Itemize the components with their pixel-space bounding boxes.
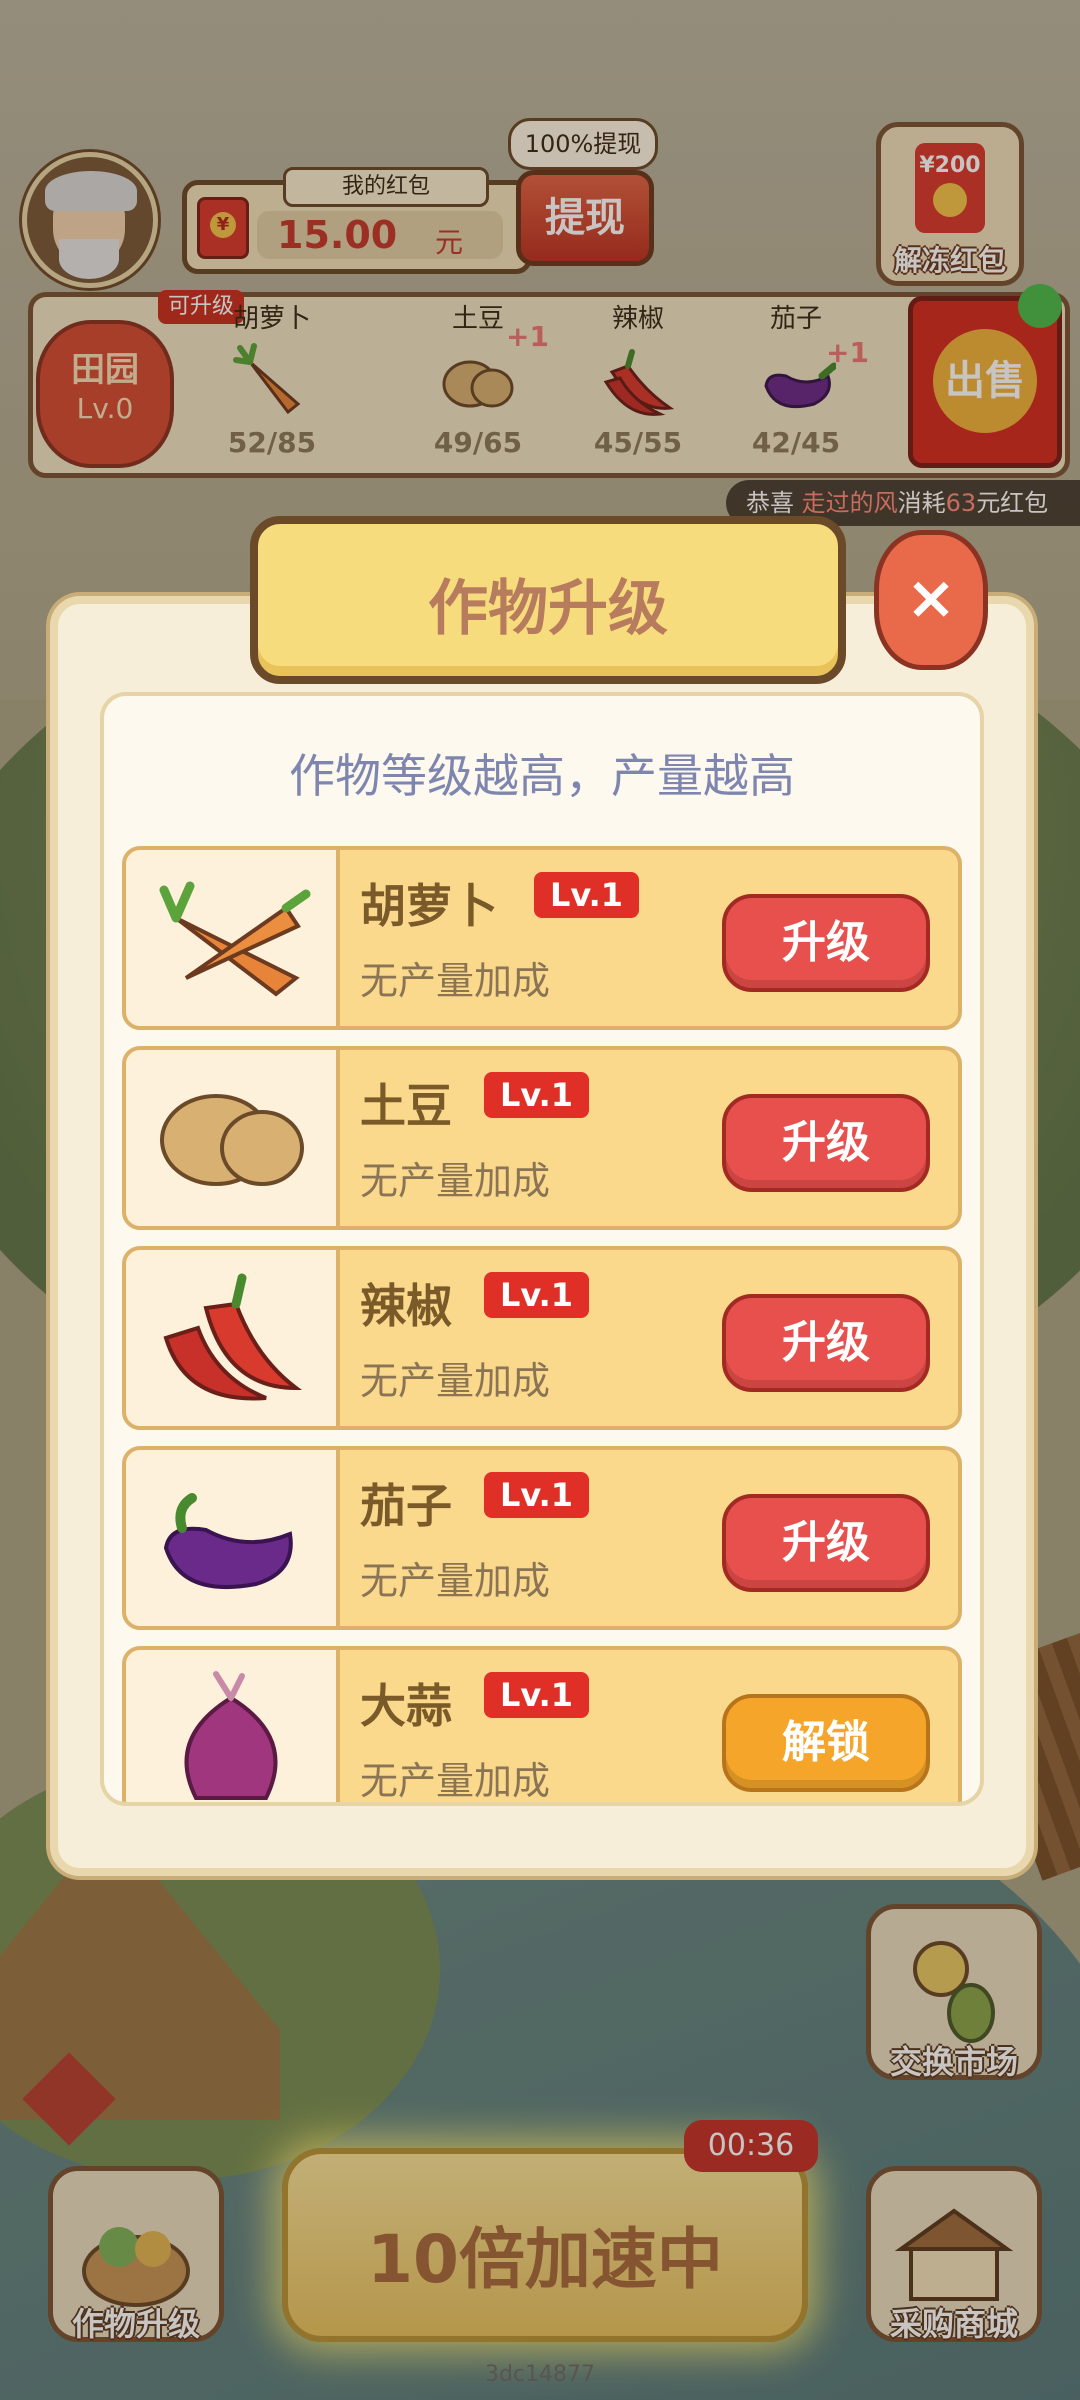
crop-level-badge: Lv.1 [484, 1072, 590, 1118]
upgrade-button[interactable]: 升级 [722, 894, 930, 992]
garlic-icon [184, 1671, 278, 1800]
list-item: 茄子 Lv.1 无产量加成 升级 [122, 1446, 962, 1630]
crop-name: 土豆 [360, 1079, 452, 1133]
crop-bonus: 无产量加成 [360, 1359, 551, 1403]
carrot-icon [159, 881, 311, 997]
crop-level-badge: Lv.1 [484, 1472, 590, 1518]
eggplant-icon [163, 1493, 293, 1589]
unlock-button[interactable]: 解锁 [722, 1694, 930, 1792]
crop-bonus: 无产量加成 [360, 1759, 551, 1802]
upgrade-button[interactable]: 升级 [722, 1494, 930, 1592]
crop-bonus: 无产量加成 [360, 1559, 551, 1603]
potato-icon [160, 1094, 304, 1186]
crop-name: 辣椒 [360, 1279, 452, 1333]
dialog-content: 作物等级越高，产量越高 胡萝卜 Lv.1 无产量加成 升级 土豆 Lv.1 无产… [100, 692, 984, 1806]
crop-level-badge: Lv.1 [484, 1272, 590, 1318]
crop-name: 大蒜 [360, 1679, 452, 1733]
chili-icon [163, 1273, 303, 1401]
dialog-subtitle: 作物等级越高，产量越高 [289, 749, 795, 803]
crop-bonus: 无产量加成 [360, 1159, 551, 1203]
crop-level-badge: Lv.1 [484, 1672, 590, 1718]
list-item: 大蒜 Lv.1 无产量加成 解锁 [122, 1646, 962, 1802]
list-item: 辣椒 Lv.1 无产量加成 升级 [122, 1246, 962, 1430]
crop-upgrade-list[interactable]: 胡萝卜 Lv.1 无产量加成 升级 土豆 Lv.1 无产量加成 升级 辣椒 Lv… [122, 846, 962, 1802]
crop-level-badge: Lv.1 [534, 872, 640, 918]
crop-name: 胡萝卜 [360, 879, 498, 933]
list-item: 土豆 Lv.1 无产量加成 升级 [122, 1046, 962, 1230]
crop-name: 茄子 [360, 1479, 452, 1533]
dialog-title: 作物升级 [428, 574, 668, 644]
dialog-title-plate: 作物升级 [250, 516, 846, 684]
upgrade-button[interactable]: 升级 [722, 1094, 930, 1192]
crop-bonus: 无产量加成 [360, 959, 551, 1003]
close-button[interactable]: × [874, 530, 988, 670]
list-item: 胡萝卜 Lv.1 无产量加成 升级 [122, 846, 962, 1030]
upgrade-button[interactable]: 升级 [722, 1294, 930, 1392]
crop-upgrade-dialog: 作物等级越高，产量越高 胡萝卜 Lv.1 无产量加成 升级 土豆 Lv.1 无产… [50, 596, 1034, 1876]
